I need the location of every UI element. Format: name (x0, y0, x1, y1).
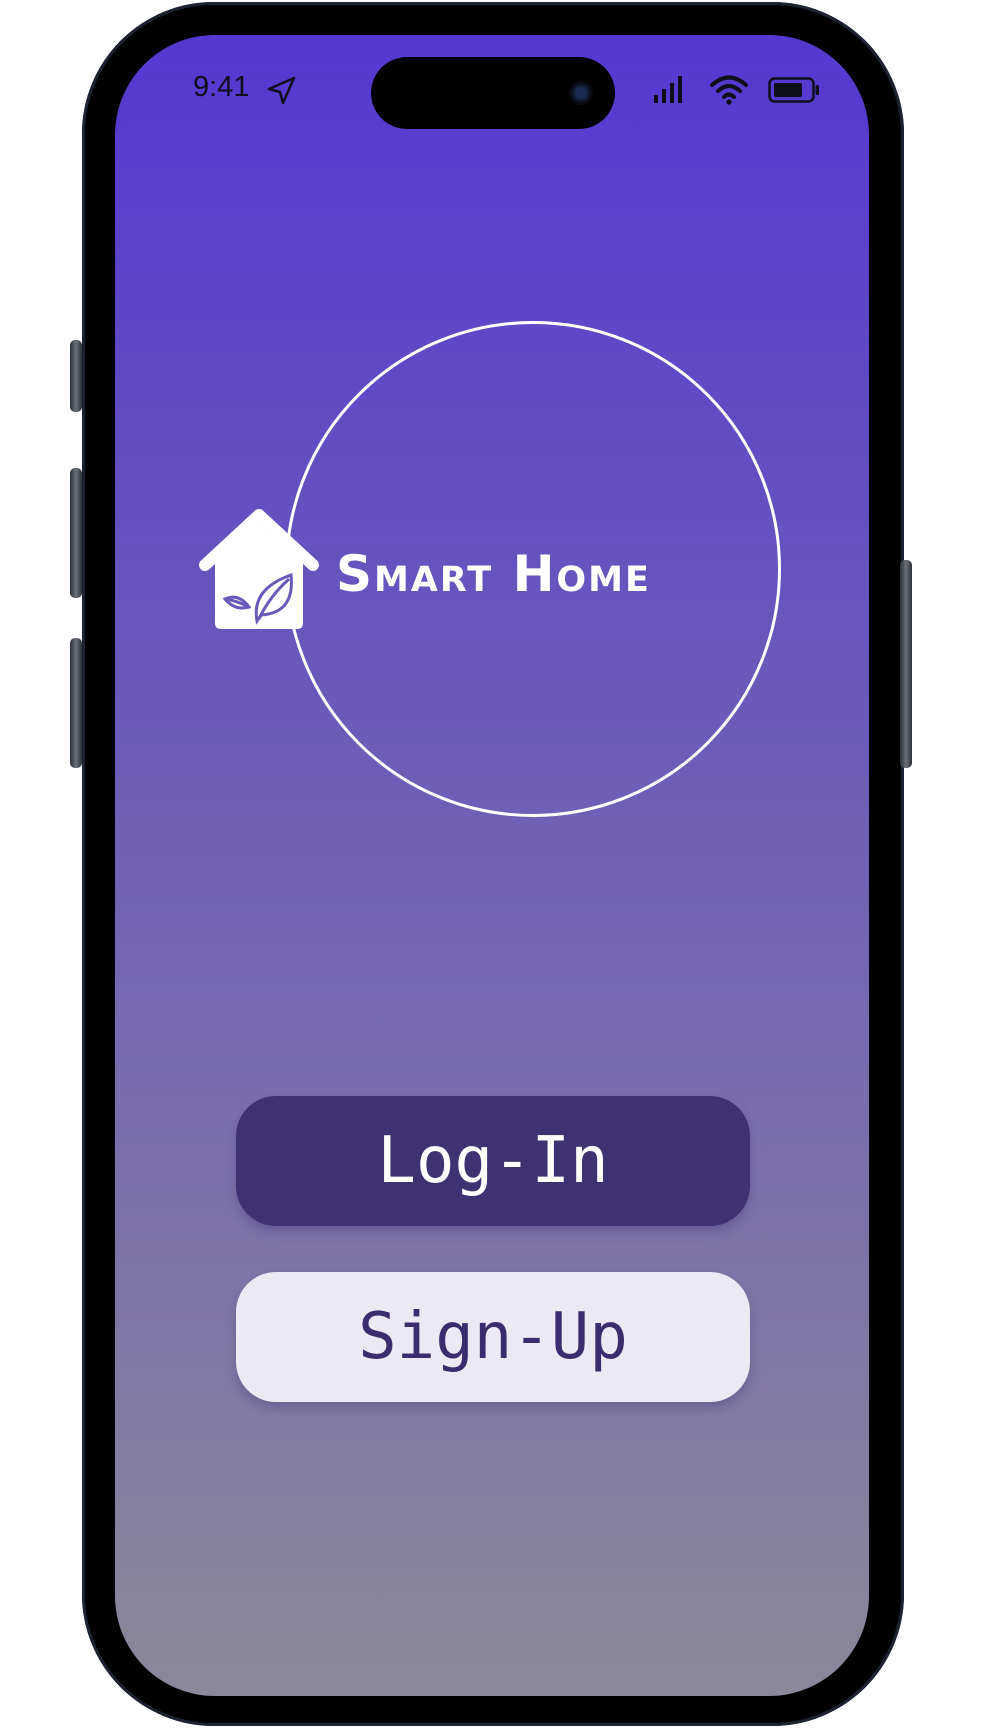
phone-volume-up-button (70, 468, 82, 598)
brand-name: Smart Home (336, 545, 651, 603)
front-camera (569, 81, 593, 105)
phone-power-button (900, 560, 912, 768)
location-arrow-icon (267, 76, 296, 105)
screen: 9:41 Smart Home Log-In Sign-Up (115, 35, 869, 1696)
phone-volume-down-button (70, 638, 82, 768)
login-button[interactable]: Log-In (236, 1096, 750, 1226)
wifi-icon (710, 75, 748, 105)
phone-action-button (70, 340, 82, 412)
house-leaf-logo-icon (199, 509, 319, 629)
dynamic-island (371, 57, 615, 129)
cellular-signal-icon (654, 76, 682, 103)
signup-button[interactable]: Sign-Up (236, 1272, 750, 1402)
status-bar: 9:41 (115, 35, 869, 145)
battery-icon (768, 77, 819, 103)
status-time: 9:41 (193, 71, 250, 103)
